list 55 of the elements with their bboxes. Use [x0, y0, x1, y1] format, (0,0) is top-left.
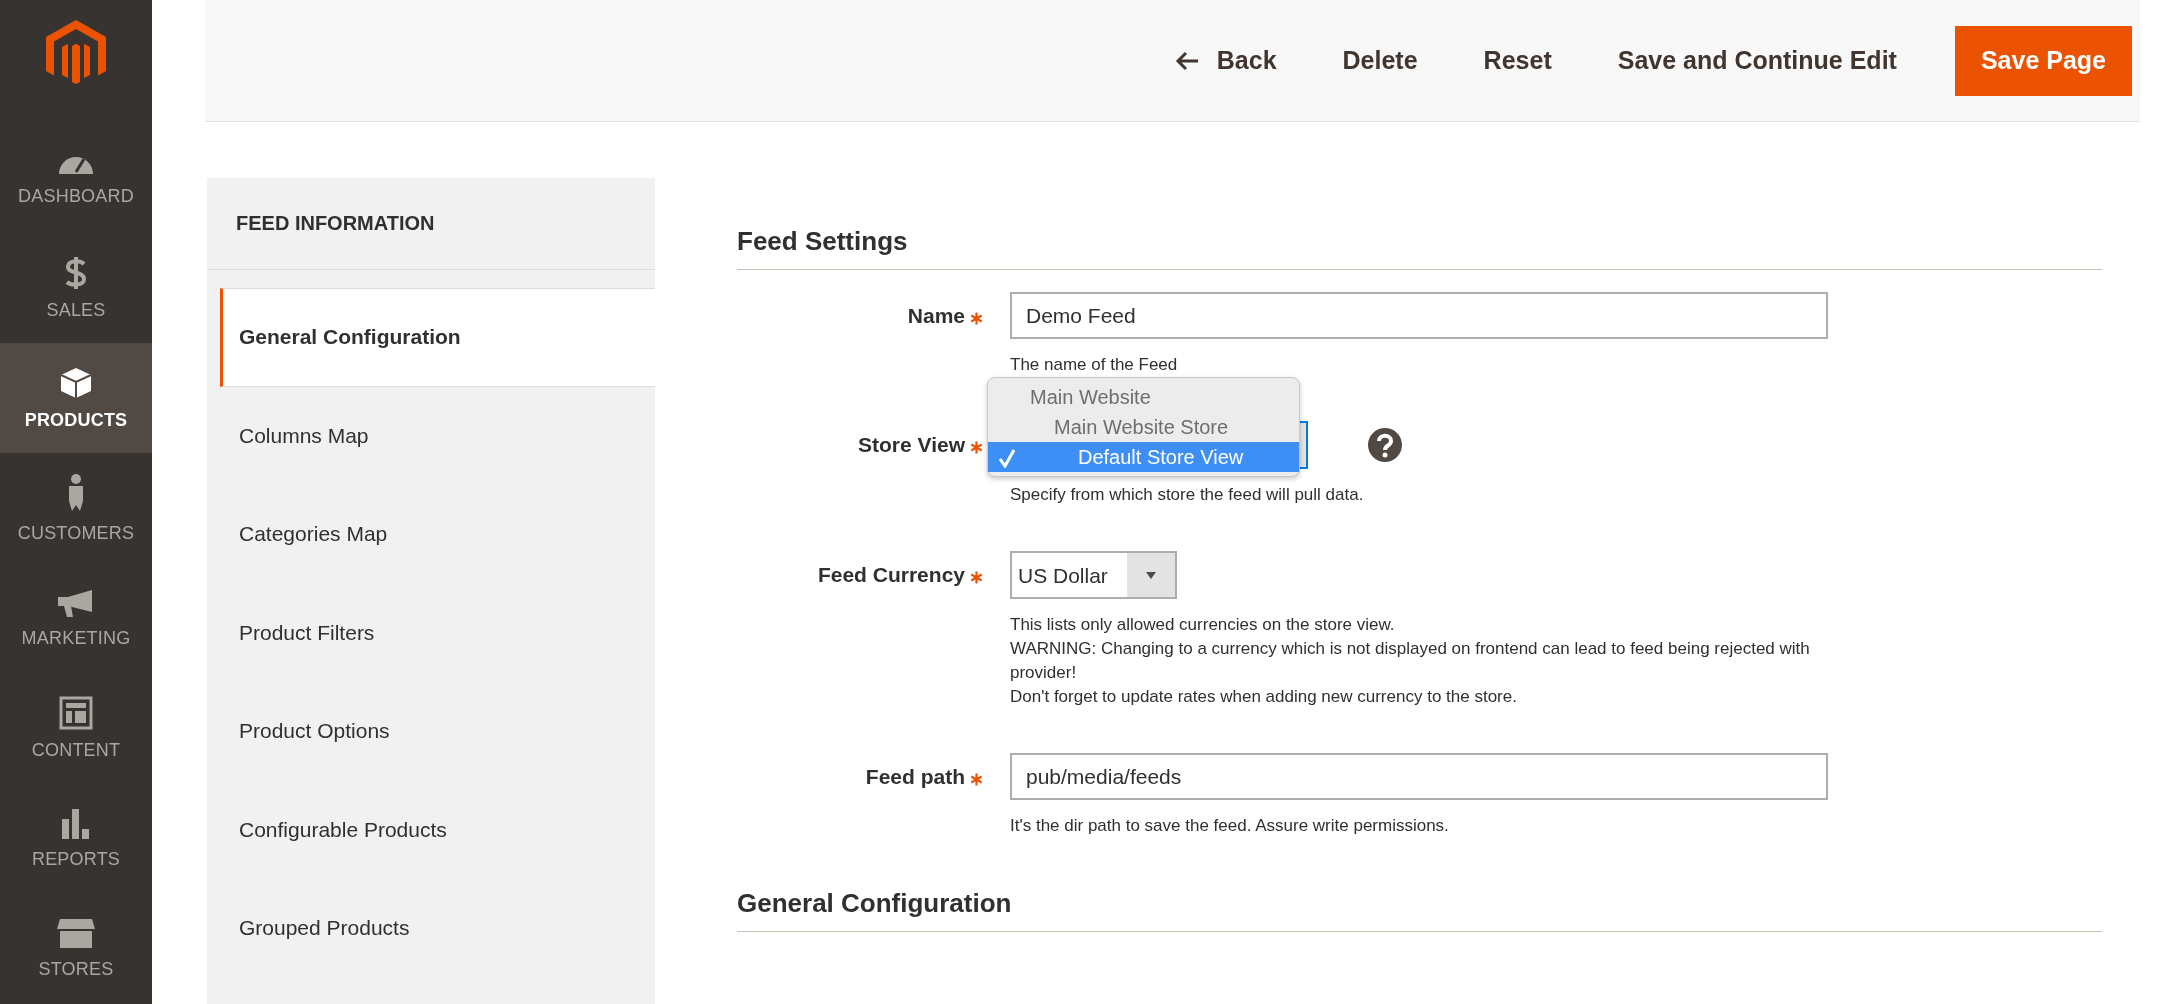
- field-label: Store View: [857, 432, 965, 457]
- sidebar-label: CONTENT: [31, 740, 121, 762]
- sidebar-item[interactable]: REPORTS: [0, 783, 152, 894]
- section-title: General Configuration: [737, 888, 2102, 932]
- back-button[interactable]: Back: [1146, 26, 1305, 95]
- section-title: Feed Settings: [737, 226, 2102, 270]
- sidebar-item[interactable]: CUSTOMERS: [0, 453, 152, 564]
- sidebar-item[interactable]: CONTENT: [0, 673, 152, 784]
- check-icon: [998, 448, 1016, 468]
- field-label: Name: [906, 303, 965, 328]
- layout-icon: [59, 696, 93, 731]
- tab[interactable]: Product Filters: [220, 583, 655, 682]
- sidebar-label: PRODUCTS: [24, 409, 128, 431]
- sidebar-label: MARKETING: [21, 628, 131, 650]
- sidebar-label: DASHBOARD: [18, 185, 134, 207]
- toolbar-button[interactable]: Reset: [1455, 26, 1580, 95]
- arrow-left-icon: [1174, 50, 1199, 71]
- sidebar-item[interactable]: PRODUCTS: [0, 343, 152, 454]
- panel-title: FEED INFORMATION: [207, 178, 655, 270]
- sidebar-label: STORES: [38, 959, 114, 981]
- caret-icon: [1145, 570, 1157, 580]
- dropdown-option[interactable]: Main Website: [988, 382, 1299, 412]
- box-icon: [59, 365, 93, 400]
- field-hint: It's the dir path to save the feed. Assure write permissions.: [1010, 815, 1450, 837]
- tab[interactable]: Categories Map: [220, 485, 655, 584]
- field-hint: This lists only allowed currencies on the store view.: [1010, 614, 1396, 636]
- sidebar-label: CUSTOMERS: [17, 523, 135, 545]
- tab[interactable]: Configurable Products: [220, 780, 655, 879]
- field-hint: Don't forget to update rates when adding new currency to the store.: [1010, 686, 1518, 708]
- field-hint: The name of the Feed: [1010, 354, 1179, 376]
- bar-chart-icon: [60, 807, 92, 840]
- tab[interactable]: Columns Map: [220, 386, 655, 485]
- dropdown-option[interactable]: Main Website Store: [988, 412, 1299, 442]
- text-field[interactable]: pub/media/feeds: [1010, 753, 1828, 800]
- storefront-icon: [56, 917, 96, 950]
- sidebar-label: REPORTS: [31, 849, 121, 871]
- toolbar-button[interactable]: Save and Continue Edit: [1589, 26, 1925, 95]
- field-label: Feed path: [864, 764, 965, 789]
- text-field[interactable]: Demo Feed: [1010, 292, 1828, 339]
- sidebar-label: SALES: [46, 299, 106, 321]
- sidebar-item[interactable]: SALES: [0, 233, 152, 344]
- sidebar-item[interactable]: DASHBOARD: [0, 123, 152, 234]
- dollar-icon: [65, 255, 87, 290]
- sidebar-item[interactable]: MARKETING: [0, 563, 152, 674]
- tab[interactable]: General Configuration: [220, 288, 655, 387]
- tab[interactable]: Product Options: [220, 682, 655, 781]
- field-label: Feed Currency: [816, 562, 965, 587]
- select-field[interactable]: US Dollar: [1010, 551, 1177, 599]
- help-icon[interactable]: [1368, 428, 1402, 462]
- sidebar-item[interactable]: STORES: [0, 893, 152, 1004]
- field-hint: WARNING: Changing to a currency which is not displayed on frontend can lead to feed being rejected with provider!: [1010, 638, 1811, 684]
- save-button[interactable]: Save Page: [1954, 25, 2132, 96]
- toolbar-button[interactable]: Delete: [1314, 26, 1446, 95]
- field-hint: Specify from which store the feed will pull data.: [1010, 484, 1365, 506]
- tab[interactable]: Grouped Products: [220, 879, 655, 978]
